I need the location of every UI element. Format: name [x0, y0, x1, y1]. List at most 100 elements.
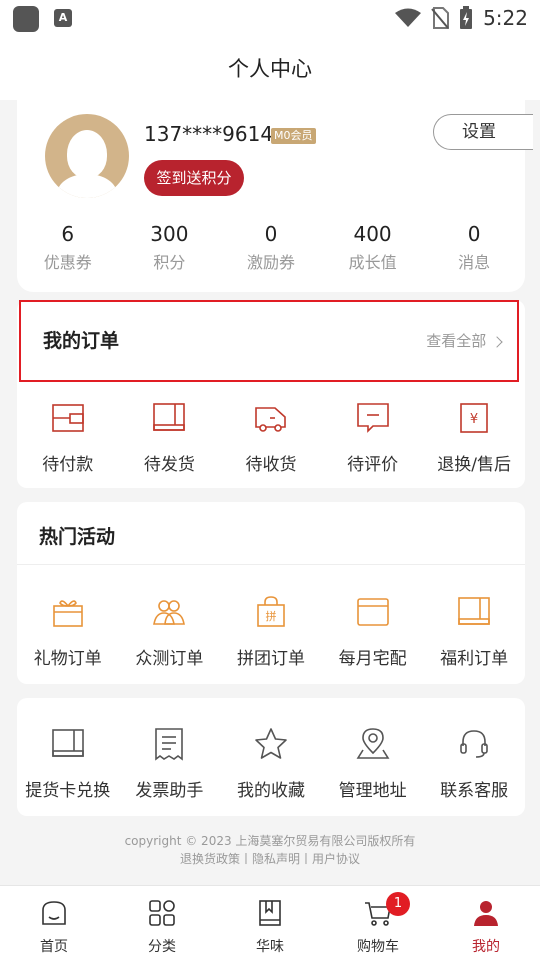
card-redeem[interactable]: 提货卡兑换 — [17, 726, 119, 801]
gift-icon — [52, 600, 83, 627]
view-all-orders-link[interactable]: 查看全部 — [426, 330, 503, 351]
tool-label: 发票助手 — [135, 781, 204, 801]
category-icon — [149, 900, 175, 926]
avatar[interactable] — [45, 114, 129, 198]
order-pending-receipt[interactable]: 待收货 — [220, 400, 322, 475]
checkin-button[interactable]: 签到送积分 — [144, 160, 244, 196]
avatar-head-shape — [67, 130, 107, 178]
order-label: 待付款 — [42, 455, 94, 475]
copyright-text: copyright © 2023 上海莫塞尔贸易有限公司版权所有 — [124, 834, 416, 848]
stat-coupons[interactable]: 6 优惠券 — [17, 222, 119, 273]
tab-category[interactable]: 分类 — [108, 886, 216, 961]
calendar-box-icon — [356, 598, 389, 626]
stat-value: 400 — [353, 222, 392, 246]
order-refund[interactable]: ¥ 退换/售后 — [423, 400, 525, 475]
stat-label: 消息 — [458, 253, 491, 272]
order-label: 待评价 — [347, 455, 399, 475]
stat-incentive[interactable]: 0 激励券 — [220, 222, 322, 273]
hot-activities-title: 热门活动 — [39, 526, 116, 548]
orders-card: 我的订单 查看全部 待付款 待发货 待收货 待评价 ¥ 退换/售后 — [17, 300, 525, 488]
invoice-icon — [155, 728, 184, 761]
truck-icon — [255, 407, 286, 432]
package-icon — [153, 403, 186, 431]
clock: 5:22 — [483, 6, 528, 30]
activity-label: 拼团订单 — [236, 649, 305, 669]
trial-orders[interactable]: 众测订单 — [119, 594, 221, 669]
stat-messages[interactable]: 0 消息 — [423, 222, 525, 273]
avatar-body-shape — [57, 174, 117, 198]
profile-card: 137****9614 M0会员 签到送积分 设置 6 优惠券 300 积分 0… — [17, 100, 533, 292]
orders-header[interactable]: 我的订单 查看全部 — [19, 300, 519, 382]
status-bar: A 5:22 — [0, 0, 540, 38]
section-divider — [17, 564, 525, 565]
order-label: 退换/售后 — [437, 455, 512, 475]
tab-cart[interactable]: 1 购物车 — [324, 886, 432, 961]
battery-icon — [460, 6, 473, 29]
star-icon — [255, 728, 287, 759]
group-buy-orders[interactable]: 拼 拼团订单 — [220, 594, 322, 669]
tool-label: 联系客服 — [440, 781, 509, 801]
stat-value: 300 — [150, 222, 189, 246]
order-pending-shipment[interactable]: 待发货 — [119, 400, 221, 475]
order-pending-review[interactable]: 待评价 — [322, 400, 424, 475]
gift-orders[interactable]: 礼物订单 — [17, 594, 119, 669]
order-label: 待发货 — [143, 455, 195, 475]
tab-label: 分类 — [148, 939, 176, 955]
wallet-icon — [51, 404, 84, 432]
orders-title: 我的订单 — [43, 330, 120, 352]
bottom-tab-bar: 首页 分类 华味 1 购物车 我的 — [0, 885, 540, 961]
invoice-assistant[interactable]: 发票助手 — [119, 726, 221, 801]
order-label: 待收货 — [245, 455, 297, 475]
tool-label: 管理地址 — [338, 781, 407, 801]
chevron-right-icon — [491, 336, 503, 348]
monthly-delivery[interactable]: 每月宅配 — [322, 594, 424, 669]
wifi-icon — [395, 8, 422, 27]
tab-label: 首页 — [40, 939, 68, 955]
view-all-label: 查看全部 — [426, 332, 487, 350]
activity-label: 每月宅配 — [338, 649, 407, 669]
stat-label: 优惠券 — [43, 253, 92, 272]
tab-label: 华味 — [256, 939, 284, 955]
group-icon — [153, 600, 186, 625]
tools-card: 提货卡兑换 发票助手 我的收藏 管理地址 联系客服 — [17, 698, 525, 816]
footer: copyright © 2023 上海莫塞尔贸易有限公司版权所有 退换货政策丨隐… — [0, 832, 540, 868]
stat-growth[interactable]: 400 成长值 — [322, 222, 424, 273]
app-notification-icon — [13, 6, 39, 32]
stat-value: 0 — [467, 222, 481, 246]
status-right: 5:22 — [395, 4, 528, 32]
tab-me[interactable]: 我的 — [432, 886, 540, 961]
page-title: 个人中心 — [228, 57, 312, 81]
user-phone: 137****9614 — [144, 122, 274, 146]
location-icon — [356, 728, 390, 759]
manage-address[interactable]: 管理地址 — [322, 726, 424, 801]
stat-label: 积分 — [153, 253, 186, 272]
my-favorites[interactable]: 我的收藏 — [220, 726, 322, 801]
settings-button[interactable]: 设置 — [433, 114, 533, 150]
activity-label: 众测订单 — [135, 649, 204, 669]
stat-label: 成长值 — [348, 253, 397, 272]
welfare-orders[interactable]: 福利订单 — [423, 594, 525, 669]
contact-support[interactable]: 联系客服 — [423, 726, 525, 801]
book-icon — [259, 900, 281, 926]
tab-home[interactable]: 首页 — [0, 886, 108, 961]
tab-label: 我的 — [472, 939, 500, 955]
hot-activities-card: 热门活动 礼物订单 众测订单 拼 拼团订单 每月宅配 福利订单 — [17, 502, 525, 684]
comment-icon — [356, 403, 389, 433]
policy-links[interactable]: 退换货政策丨隐私声明丨用户协议 — [0, 850, 540, 868]
order-pending-payment[interactable]: 待付款 — [17, 400, 119, 475]
hot-activities-icon-row: 礼物订单 众测订单 拼 拼团订单 每月宅配 福利订单 — [17, 594, 525, 669]
stat-points[interactable]: 300 积分 — [119, 222, 221, 273]
tab-label: 购物车 — [357, 939, 399, 955]
no-sim-icon — [431, 7, 450, 29]
tool-label: 提货卡兑换 — [25, 781, 111, 801]
cart-count-badge: 1 — [386, 892, 410, 916]
app-a-notification-icon: A — [54, 9, 72, 27]
refund-icon: ¥ — [460, 403, 488, 433]
svg-text:¥: ¥ — [470, 412, 478, 427]
stat-value: 6 — [61, 222, 75, 246]
tool-label: 我的收藏 — [236, 781, 305, 801]
tab-huawei[interactable]: 华味 — [216, 886, 324, 961]
tools-icon-row: 提货卡兑换 发票助手 我的收藏 管理地址 联系客服 — [17, 726, 525, 801]
welfare-box-icon — [458, 597, 490, 625]
stat-label: 激励券 — [246, 253, 295, 272]
